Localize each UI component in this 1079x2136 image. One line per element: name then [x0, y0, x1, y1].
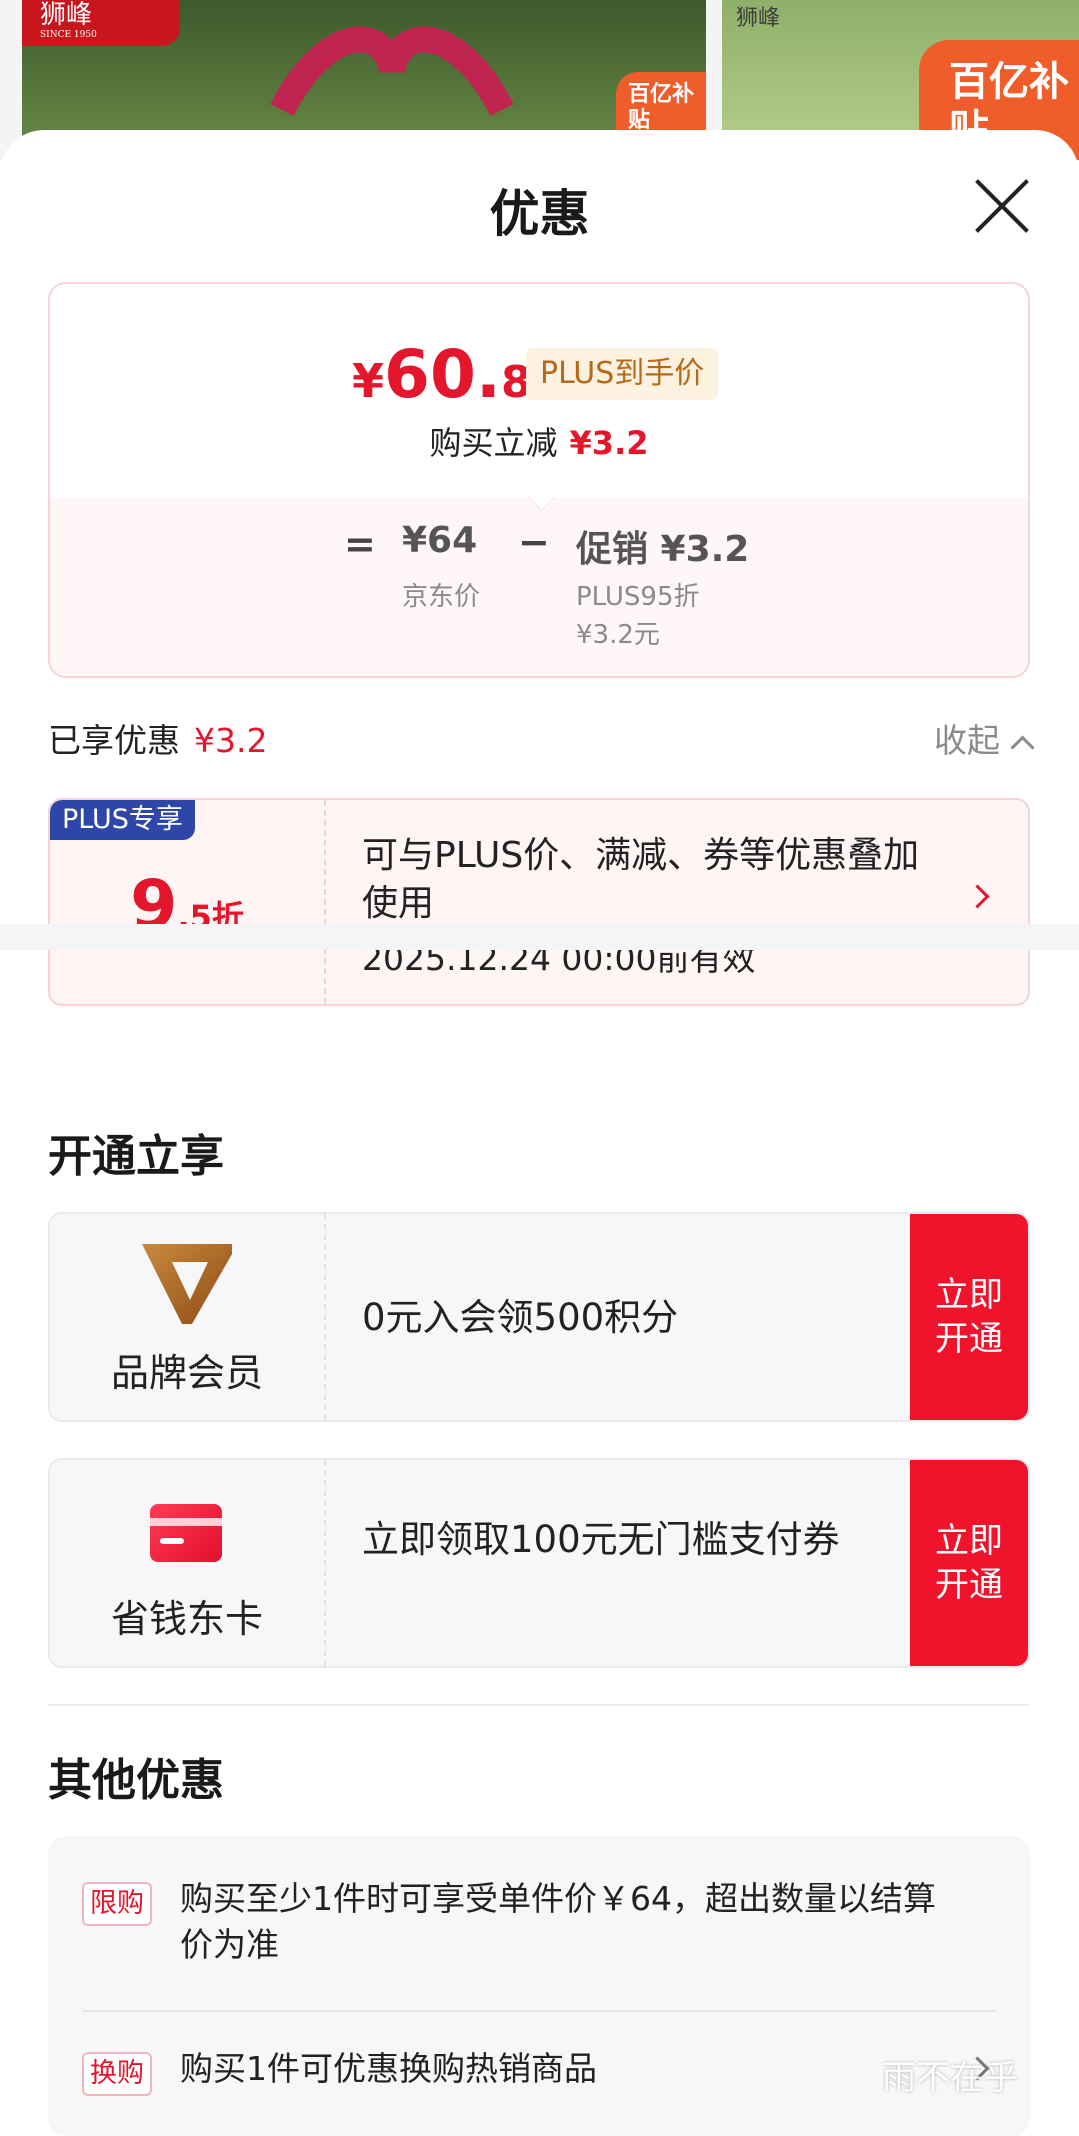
close-icon[interactable]	[970, 174, 1034, 238]
card-description: 0元入会领500积分	[362, 1296, 679, 1339]
final-price: ¥60.8	[352, 336, 532, 413]
open-now-button[interactable]: 立即开通	[910, 1214, 1028, 1420]
price-breakdown-box: ¥60.8 PLUS到手价 购买立减 ¥3.2 = ¥64 京东价 − 促销 ¥3…	[48, 282, 1030, 678]
limit-tag: 限购	[82, 1882, 152, 1926]
sheet-title: 优惠	[489, 185, 590, 243]
brand-logo-right: 狮峰	[736, 6, 781, 31]
jd-price-label: 京东价	[402, 582, 481, 612]
currency-symbol: ¥	[352, 354, 385, 408]
savings-card-icon	[150, 1504, 222, 1562]
collapse-label: 收起	[934, 721, 1000, 760]
promo-amount: 促销 ¥3.2	[576, 529, 750, 570]
plus-coupon-card[interactable]: PLUS专享 9.5折 可与PLUS价、满减、券等优惠叠加使用 2025.12.…	[48, 798, 1030, 1006]
limit-text: 购买至少1件时可享受单件价￥64，超出数量以结算价为准	[180, 1879, 936, 1964]
jd-price: ¥64	[402, 520, 478, 561]
brand-logo: 狮峰 SINCE 1950	[22, 0, 180, 46]
promo-sub-amount: ¥3.2元	[576, 620, 660, 650]
card-description: 立即领取100元无门槛支付券	[362, 1518, 840, 1561]
card-divider	[324, 1460, 326, 1666]
minus-sign: −	[518, 520, 550, 564]
price-integer: 60.	[384, 336, 501, 413]
chevron-up-icon	[1010, 735, 1035, 760]
coupon-divider	[324, 800, 326, 1004]
enjoyed-label: 已享优惠	[48, 721, 180, 760]
divider-line	[48, 1704, 1030, 1706]
brand-member-card: 品牌会员 0元入会领500积分 立即开通	[48, 1212, 1030, 1422]
card-name: 省钱东卡	[110, 1597, 263, 1641]
exchange-tag: 换购	[82, 2052, 152, 2096]
cut-label: 购买立减	[429, 424, 558, 462]
open-section-title: 开通立享	[48, 1131, 224, 1182]
enjoyed-value: ¥3.2	[194, 721, 268, 760]
promo-sub-discount: PLUS95折	[576, 582, 700, 612]
coupon-description: 可与PLUS价、满减、券等优惠叠加使用	[362, 835, 920, 924]
button-label: 立即开通	[935, 1275, 1003, 1359]
plus-price-tag: PLUS到手价	[526, 348, 719, 400]
offer-divider	[82, 2010, 996, 2012]
exchange-text[interactable]: 购买1件可优惠换购热销商品	[180, 2046, 960, 2092]
card-name: 品牌会员	[110, 1351, 263, 1395]
card-divider	[324, 1214, 326, 1420]
purchase-discount-line: 购买立减 ¥3.2	[50, 418, 1028, 464]
cut-value: ¥3.2	[569, 424, 649, 462]
open-now-button[interactable]: 立即开通	[910, 1460, 1028, 1666]
collapse-button[interactable]: 收起	[934, 714, 1035, 762]
equals-sign: =	[344, 522, 376, 566]
savings-card-card: 省钱东卡 立即领取100元无门槛支付券 立即开通	[48, 1458, 1030, 1668]
enjoyed-discount: 已享优惠 ¥3.2	[48, 714, 267, 762]
ribbon-graphic	[270, 26, 514, 117]
watermark: 雨不在乎	[882, 2058, 1018, 2098]
section-divider	[0, 924, 1079, 950]
brand-member-v-icon	[142, 1244, 232, 1324]
button-label: 立即开通	[935, 1521, 1003, 1605]
chevron-right-icon[interactable]	[965, 884, 990, 909]
plus-exclusive-tag: PLUS专享	[50, 800, 195, 840]
other-section-title: 其他优惠	[48, 1755, 224, 1806]
